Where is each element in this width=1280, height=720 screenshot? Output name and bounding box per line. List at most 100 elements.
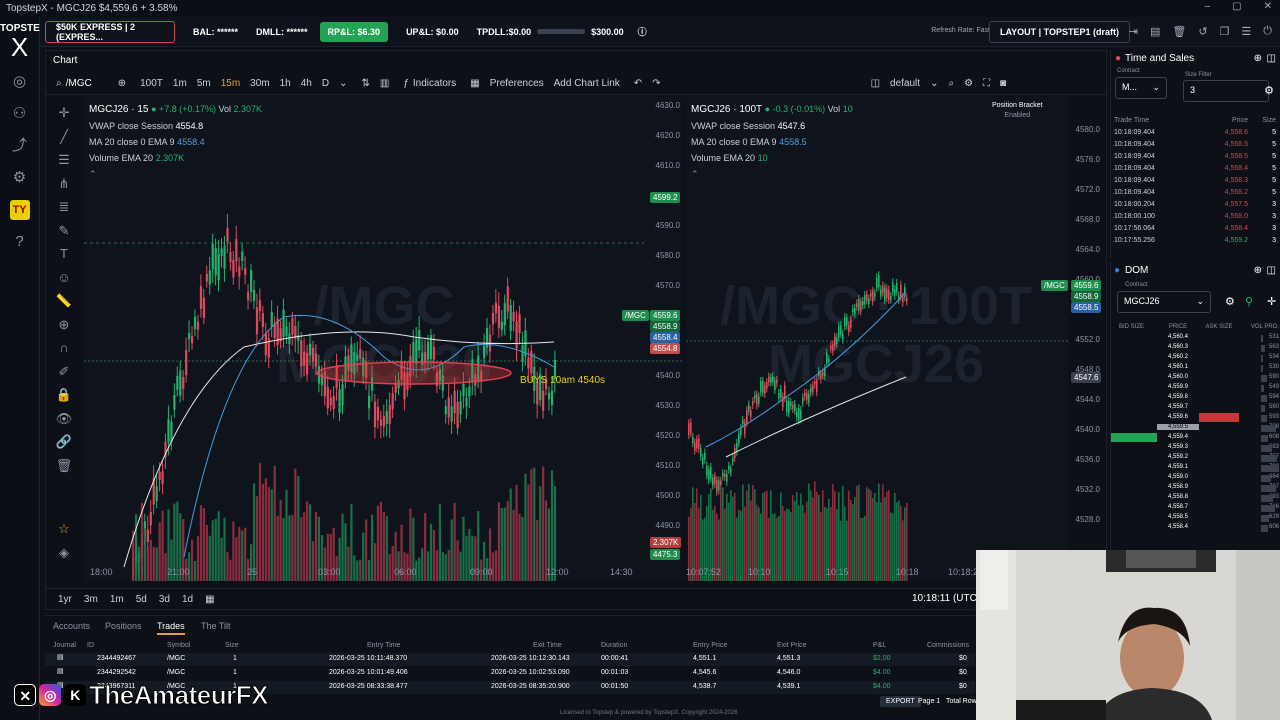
- dom-bid[interactable]: [1111, 503, 1157, 512]
- search-icon[interactable]: ⌕: [56, 78, 62, 89]
- trend-icon[interactable]: ⤴: [10, 136, 30, 156]
- dom-row[interactable]: 4,558.4 606: [1111, 522, 1279, 532]
- settings-icon[interactable]: ⚙: [10, 168, 30, 188]
- dom-row[interactable]: 4,558.7 716: [1111, 502, 1279, 512]
- text-icon[interactable]: T: [51, 242, 77, 266]
- dom-bid[interactable]: [1111, 403, 1157, 412]
- undo-icon[interactable]: ↺: [1198, 25, 1207, 38]
- grid-icon[interactable]: ▦: [470, 78, 479, 89]
- dom-ask[interactable]: [1199, 343, 1239, 352]
- dom-ask[interactable]: [1199, 333, 1239, 342]
- pitchfork-icon[interactable]: ⋔: [51, 172, 77, 196]
- pencil-lock-icon[interactable]: ✐: [51, 360, 77, 384]
- interval-1h[interactable]: 1h: [280, 78, 291, 89]
- chevron-down-icon[interactable]: ⌄: [930, 78, 938, 89]
- journal-icon[interactable]: ▤: [57, 667, 64, 675]
- gear-icon[interactable]: ⚙: [1225, 295, 1235, 308]
- dom-ask[interactable]: [1199, 412, 1239, 422]
- export-button[interactable]: EXPORT: [880, 696, 921, 707]
- interval-100t[interactable]: 100T: [140, 78, 163, 89]
- indicators-icon[interactable]: ƒ: [403, 78, 409, 89]
- dom-bid[interactable]: [1111, 473, 1157, 482]
- dom-row[interactable]: 4,559.7 560: [1111, 402, 1279, 412]
- dom-row[interactable]: 4,559.4 608: [1111, 432, 1279, 442]
- range-3m[interactable]: 3m: [84, 594, 98, 605]
- trendline-icon[interactable]: ╱: [51, 125, 77, 149]
- left-time-axis[interactable]: 18:00 21:00 25 03:00 06:00 09:00 12:00 14:30: [84, 567, 684, 581]
- right-price-axis[interactable]: 4580.04576.04572.04568.04564.04560.04552…: [1068, 97, 1104, 581]
- expand-icon[interactable]: ◫: [1267, 265, 1276, 276]
- dom-bid[interactable]: [1111, 432, 1157, 442]
- dom-ask[interactable]: [1199, 403, 1239, 412]
- layout-selector[interactable]: LAYOUT | TOPSTEP1 (draft): [988, 21, 1130, 43]
- window-icon[interactable]: ❐: [1220, 25, 1230, 38]
- range-1yr[interactable]: 1yr: [58, 594, 72, 605]
- ruler-icon[interactable]: 📏: [51, 289, 77, 313]
- dom-row[interactable]: 4,559.1 792: [1111, 462, 1279, 472]
- dom-bid[interactable]: [1111, 453, 1157, 462]
- tab-accounts[interactable]: Accounts: [53, 621, 90, 631]
- dom-bid[interactable]: [1111, 513, 1157, 522]
- dom-ask[interactable]: [1199, 473, 1239, 482]
- add-chart-link-button[interactable]: Add Chart Link: [554, 78, 620, 89]
- trash-icon[interactable]: 🗑: [51, 454, 77, 478]
- magnet-icon[interactable]: ∩: [51, 336, 77, 360]
- table-row[interactable]: ▤ 2344292542/MGC 1 2026-03-25 10:01:49.406 2…: [45, 667, 975, 680]
- crosshair-icon[interactable]: ✛: [51, 101, 77, 125]
- dom-row[interactable]: 4,559.9 549: [1111, 382, 1279, 392]
- dom-row[interactable]: 4,560.1 530: [1111, 362, 1279, 372]
- panel-icon[interactable]: ◫: [871, 78, 880, 89]
- dom-bid[interactable]: [1111, 443, 1157, 452]
- dom-bid[interactable]: [1111, 393, 1157, 402]
- dom-row[interactable]: 4,558.8 693: [1111, 492, 1279, 502]
- dom-bid[interactable]: [1111, 423, 1157, 432]
- range-5d[interactable]: 5d: [136, 594, 147, 605]
- interval-30m[interactable]: 30m: [250, 78, 269, 89]
- dom-contract-select[interactable]: MGCJ26 ⌄: [1117, 291, 1211, 313]
- emoji-icon[interactable]: ☺: [51, 266, 77, 290]
- dom-row[interactable]: 4,559.5 738: [1111, 422, 1279, 432]
- symbol-search[interactable]: /MGC: [66, 78, 92, 89]
- help-icon[interactable]: ?: [10, 232, 30, 252]
- horizontal-lines-icon[interactable]: ☰: [51, 148, 77, 172]
- lock-icon[interactable]: 🔒: [51, 383, 77, 407]
- add-icon[interactable]: ⊕: [1254, 265, 1262, 276]
- calendar-icon[interactable]: ▦: [205, 594, 214, 605]
- fullscreen-icon[interactable]: ⛶: [983, 78, 990, 89]
- dom-bid[interactable]: [1111, 333, 1157, 342]
- tab-the-tilt[interactable]: The Tilt: [201, 621, 231, 631]
- redo-icon[interactable]: ↷: [652, 78, 660, 89]
- add-icon[interactable]: ⊕: [1254, 53, 1262, 64]
- indicators-button[interactable]: Indicators: [413, 78, 456, 89]
- maximize-icon[interactable]: ▢: [1232, 1, 1241, 12]
- dom-ask[interactable]: [1199, 383, 1239, 392]
- dom-bid[interactable]: [1111, 373, 1157, 382]
- default-template[interactable]: default: [890, 78, 920, 89]
- fib-icon[interactable]: ≣: [51, 195, 77, 219]
- ts-size-filter[interactable]: 3: [1183, 80, 1269, 102]
- dom-row[interactable]: 4,558.9 737: [1111, 482, 1279, 492]
- dom-bid[interactable]: [1111, 383, 1157, 392]
- undo-icon[interactable]: ↶: [634, 78, 642, 89]
- interval-4h[interactable]: 4h: [301, 78, 312, 89]
- layers-icon[interactable]: ◈: [51, 541, 77, 565]
- interval-1m[interactable]: 1m: [173, 78, 187, 89]
- tab-positions[interactable]: Positions: [105, 621, 142, 631]
- dom-row[interactable]: 4,560.3 563: [1111, 342, 1279, 352]
- preferences-button[interactable]: Preferences: [490, 78, 544, 89]
- add-icon[interactable]: ⊕: [118, 78, 126, 89]
- candle-type-icon[interactable]: ▥: [380, 78, 389, 89]
- account-selector[interactable]: $50K EXPRESS | 2 (EXPRES...: [45, 20, 175, 43]
- compare-icon[interactable]: ⇅: [362, 78, 370, 89]
- interval-15m[interactable]: 15m: [221, 78, 240, 89]
- save-icon[interactable]: ▤: [1150, 25, 1160, 38]
- dom-ask[interactable]: [1199, 493, 1239, 502]
- zoom-icon[interactable]: ⌕: [948, 78, 954, 89]
- gear-icon[interactable]: ⚙: [964, 78, 973, 89]
- interval-d[interactable]: D: [322, 78, 329, 89]
- left-chart-pane[interactable]: /MGCMGCJ26 MGCJ26 · 15 ● +7.8 (+0.17%) V…: [84, 97, 684, 581]
- dom-bid[interactable]: [1111, 353, 1157, 362]
- dom-ask[interactable]: [1199, 353, 1239, 362]
- logout-icon[interactable]: ⇥: [1129, 25, 1138, 38]
- split-icon[interactable]: ⚲: [1245, 295, 1253, 308]
